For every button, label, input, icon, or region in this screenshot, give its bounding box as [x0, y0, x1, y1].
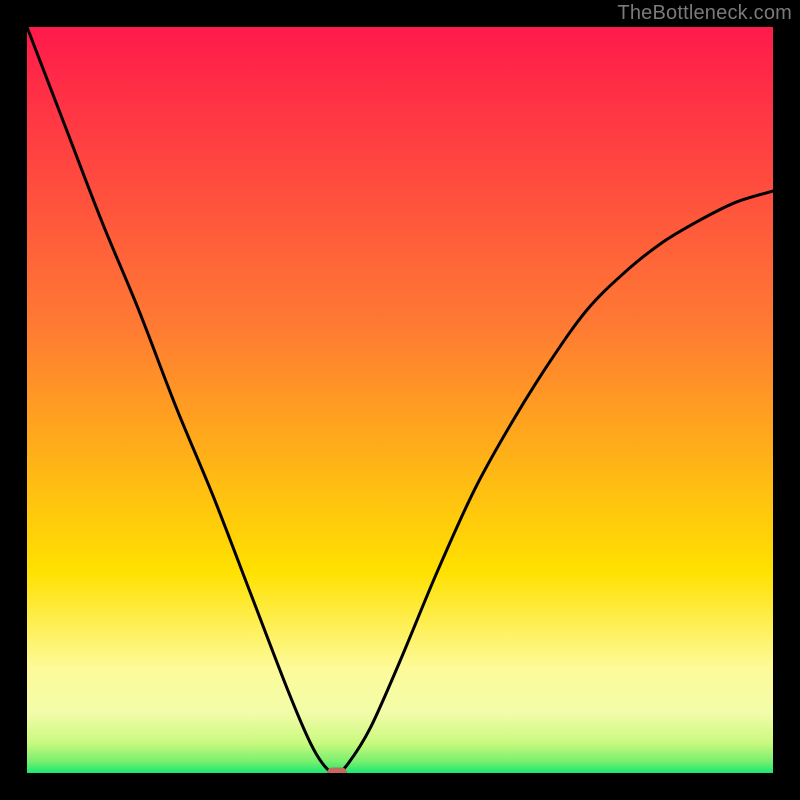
bottleneck-curve: [27, 27, 773, 773]
chart-frame: TheBottleneck.com: [0, 0, 800, 800]
optimum-marker: [327, 768, 347, 774]
watermark-text: TheBottleneck.com: [617, 2, 792, 25]
plot-area: [27, 27, 773, 773]
